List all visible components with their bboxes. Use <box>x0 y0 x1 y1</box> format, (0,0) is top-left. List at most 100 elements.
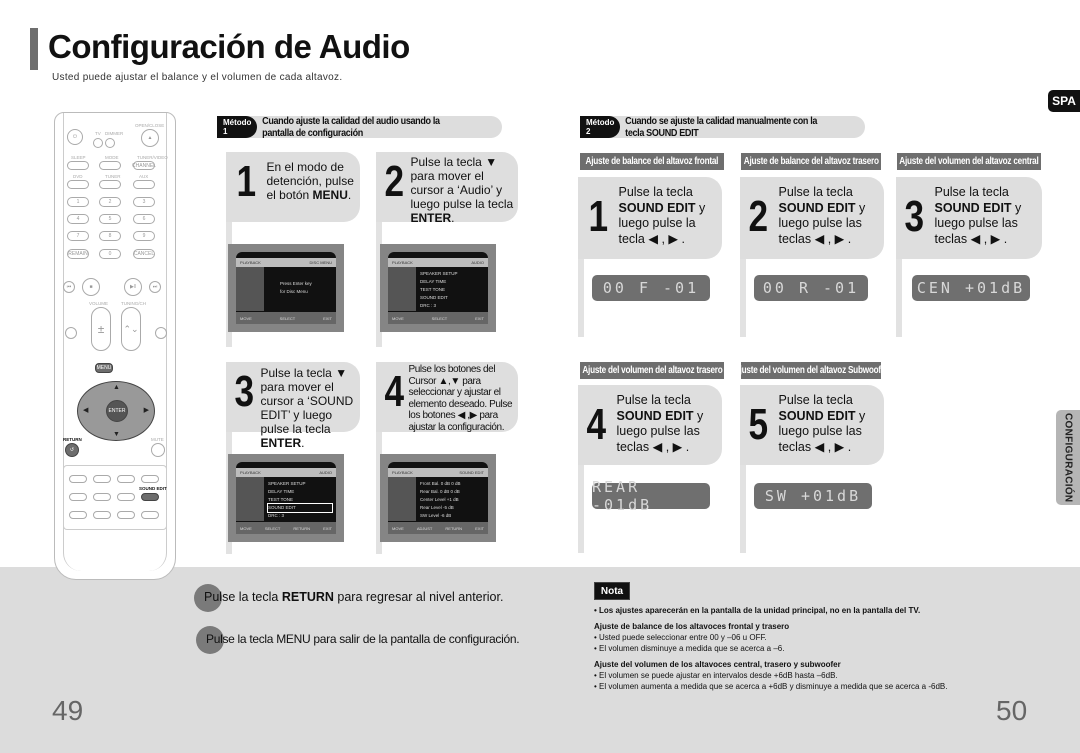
method-2-step-1: 1 Pulse la tecla SOUND EDIT y luego puls… <box>578 177 722 337</box>
tv-body: SPEAKER SETUP DELAY TIME TEST TONE SOUND ED… <box>420 270 484 318</box>
tv-footer: MOVE ADJUST RETURN EXIT <box>388 522 488 534</box>
sound-edit-label: SOUND EDIT <box>139 486 167 491</box>
skip-back-icon: ⏮ <box>66 284 72 290</box>
tv-footer-item: EXIT <box>323 315 332 321</box>
step-card: 5 Pulse la tecla SOUND EDIT y luego puls… <box>740 385 884 465</box>
section-header-center-volume: Ajuste del volumen del altavoz central <box>897 153 1041 170</box>
front-panel-display: 00 R -01 <box>754 275 868 301</box>
keypad-0: 0 <box>99 249 121 259</box>
page-title: Configuración de Audio <box>48 28 410 65</box>
function-key <box>69 511 87 519</box>
keypad-5: 5 <box>99 214 121 224</box>
step-card: 3 Pulse la tecla SOUND EDIT y luego puls… <box>896 177 1042 259</box>
power-button: ⏻ <box>67 129 83 145</box>
navigation-pad: ENTER ▲ ▼ ◀ ▶ <box>77 381 155 441</box>
tv-footer-item: ADJUST <box>416 525 433 531</box>
keypad-1: 1 <box>67 197 89 207</box>
step-card: 4 Pulse los botones del Cursor ▲,▼ para … <box>376 362 518 433</box>
tv-header-left: PLAYBACK <box>240 260 261 265</box>
tv-footer-item: EXIT <box>323 525 332 531</box>
section-side-tab: CONFIGURACIÓN <box>1056 410 1080 505</box>
tv-header: PLAYBACK AUDIO <box>236 468 336 477</box>
note-intro: • Los ajustes aparecerán en la pantalla … <box>594 606 921 615</box>
tv-body: Press Enter key for Disc Menu <box>280 280 332 296</box>
note-item: • El volumen disminuye a medida que se a… <box>594 644 785 653</box>
arrow-left-icon: ◀ <box>83 407 89 414</box>
tv-header-right: AUDIO <box>471 260 484 265</box>
section-header-text: Ajuste de balance del altavoz trasero <box>743 156 879 167</box>
tv-footer-item: RETURN <box>445 525 463 531</box>
play-pause-button: ▶‖ <box>124 278 142 296</box>
tv-header: PLAYBACK DISC MENU <box>236 258 336 267</box>
tv-line: DRC : 3 <box>268 513 285 518</box>
open-close-button: ▲ <box>141 129 159 147</box>
function-key <box>141 511 159 519</box>
step-text: Pulse la tecla SOUND EDIT y luego pulse … <box>616 393 704 454</box>
tuner-label: TUNER <box>105 174 121 179</box>
skip-forward-icon: ⏭ <box>152 284 158 290</box>
tuning-rocker: ⌃⌄ <box>121 307 141 351</box>
step-number: 4 <box>586 400 607 449</box>
tv-header-left: PLAYBACK <box>392 260 413 265</box>
method-2-title: Cuando se ajuste la calidad manualmente … <box>625 115 818 139</box>
tip-text: Pulse la tecla RETURN para regresar al n… <box>204 590 504 604</box>
step-text: Pulse la tecla SOUND EDIT y luego pulse … <box>778 393 866 454</box>
function-key <box>69 475 87 483</box>
tv-line: for Disc Menu <box>280 289 308 294</box>
side-tab-label: CONFIGURACIÓN <box>1062 412 1074 503</box>
tv-menu-sidebar <box>236 477 264 521</box>
section-header-text: Ajuste del volumen del altavoz central <box>899 156 1039 167</box>
function-key <box>93 475 111 483</box>
section-header-rear-volume: Ajuste del volumen del altavoz trasero <box>580 362 724 379</box>
keypad-6: 6 <box>133 214 155 224</box>
tv-line: SPEAKER SETUP <box>268 481 306 486</box>
tv-line-selected: SOUND EDIT <box>267 503 333 513</box>
power-icon: ⏻ <box>73 134 77 140</box>
step-number: 2 <box>748 192 769 241</box>
step-text: Pulse la tecla ▼ para mover el cursor a … <box>260 366 354 450</box>
open-close-label: OPEN/CLOSE <box>135 123 165 128</box>
tv-button <box>93 138 103 148</box>
step-card: 2 Pulse la tecla SOUND EDIT y luego puls… <box>740 177 884 259</box>
step-text: Pulse los botones del Cursor ▲,▼ para se… <box>408 364 513 433</box>
function-key <box>117 493 135 501</box>
tv-footer: MOVE SELECT EXIT <box>236 312 336 324</box>
aux-label: AUX <box>139 174 149 179</box>
section-header-text: Ajuste del volumen del altavoz Subwoofer <box>733 365 889 376</box>
arrow-up-icon: ▲ <box>113 384 120 391</box>
tv-body: Front Bal. 0 dB 0 dB Rear Bal. 0 dB 0 dB C… <box>420 480 484 520</box>
tv-line: Front Bal. 0 dB 0 dB <box>420 481 461 486</box>
note-item: • El volumen se puede ajustar en interva… <box>594 671 838 680</box>
mute-button <box>151 443 165 457</box>
method-1-step-2: 2 Pulse la tecla ▼ para mover el cursor … <box>376 152 518 347</box>
step-text: Pulse la tecla ▼ para mover el cursor a … <box>410 155 514 225</box>
return-label: RETURN <box>63 437 82 442</box>
tv-header-right: AUDIO <box>319 470 332 475</box>
play-pause-icon: ▶‖ <box>130 284 136 290</box>
remote-control-illustration: OPEN/CLOSE ⏻ TV DIMMER ▲ SLEEP MODE TUNE… <box>54 112 176 580</box>
function-key <box>117 511 135 519</box>
mode-button <box>99 161 121 170</box>
method-2-step-3: 3 Pulse la tecla SOUND EDIT y luego puls… <box>896 177 1042 337</box>
volume-label: VOLUME <box>89 301 109 306</box>
tv-line: SW Level -6 dB <box>420 513 452 518</box>
step-number: 5 <box>748 400 769 449</box>
dimmer-label: DIMMER <box>105 131 124 136</box>
tv-footer-item: SELECT <box>431 315 448 321</box>
front-panel-display: SW +01dB <box>754 483 872 509</box>
step-card: 1 En el modo de detención, pulse el botó… <box>226 152 360 222</box>
return-button: ↺ <box>65 443 79 457</box>
tv-footer-item: MOVE <box>240 315 252 321</box>
tv-menu-sidebar <box>388 477 416 521</box>
sound-edit-button <box>141 493 159 501</box>
tv-line: SPEAKER SETUP <box>420 271 458 276</box>
tv-footer-item: MOVE <box>392 315 404 321</box>
tip-return: Pulse la tecla RETURN para regresar al n… <box>194 584 504 612</box>
tv-line: DELAY TIME <box>268 489 295 494</box>
tv-footer-item: EXIT <box>475 315 484 321</box>
keypad-9: 9 <box>133 231 155 241</box>
page-number-right: 50 <box>996 695 1028 726</box>
dvd-label: DVD <box>73 174 83 179</box>
method-2-tag: Método 2 <box>580 116 621 138</box>
section-header-text: Ajuste de balance del altavoz frontal <box>585 156 719 167</box>
